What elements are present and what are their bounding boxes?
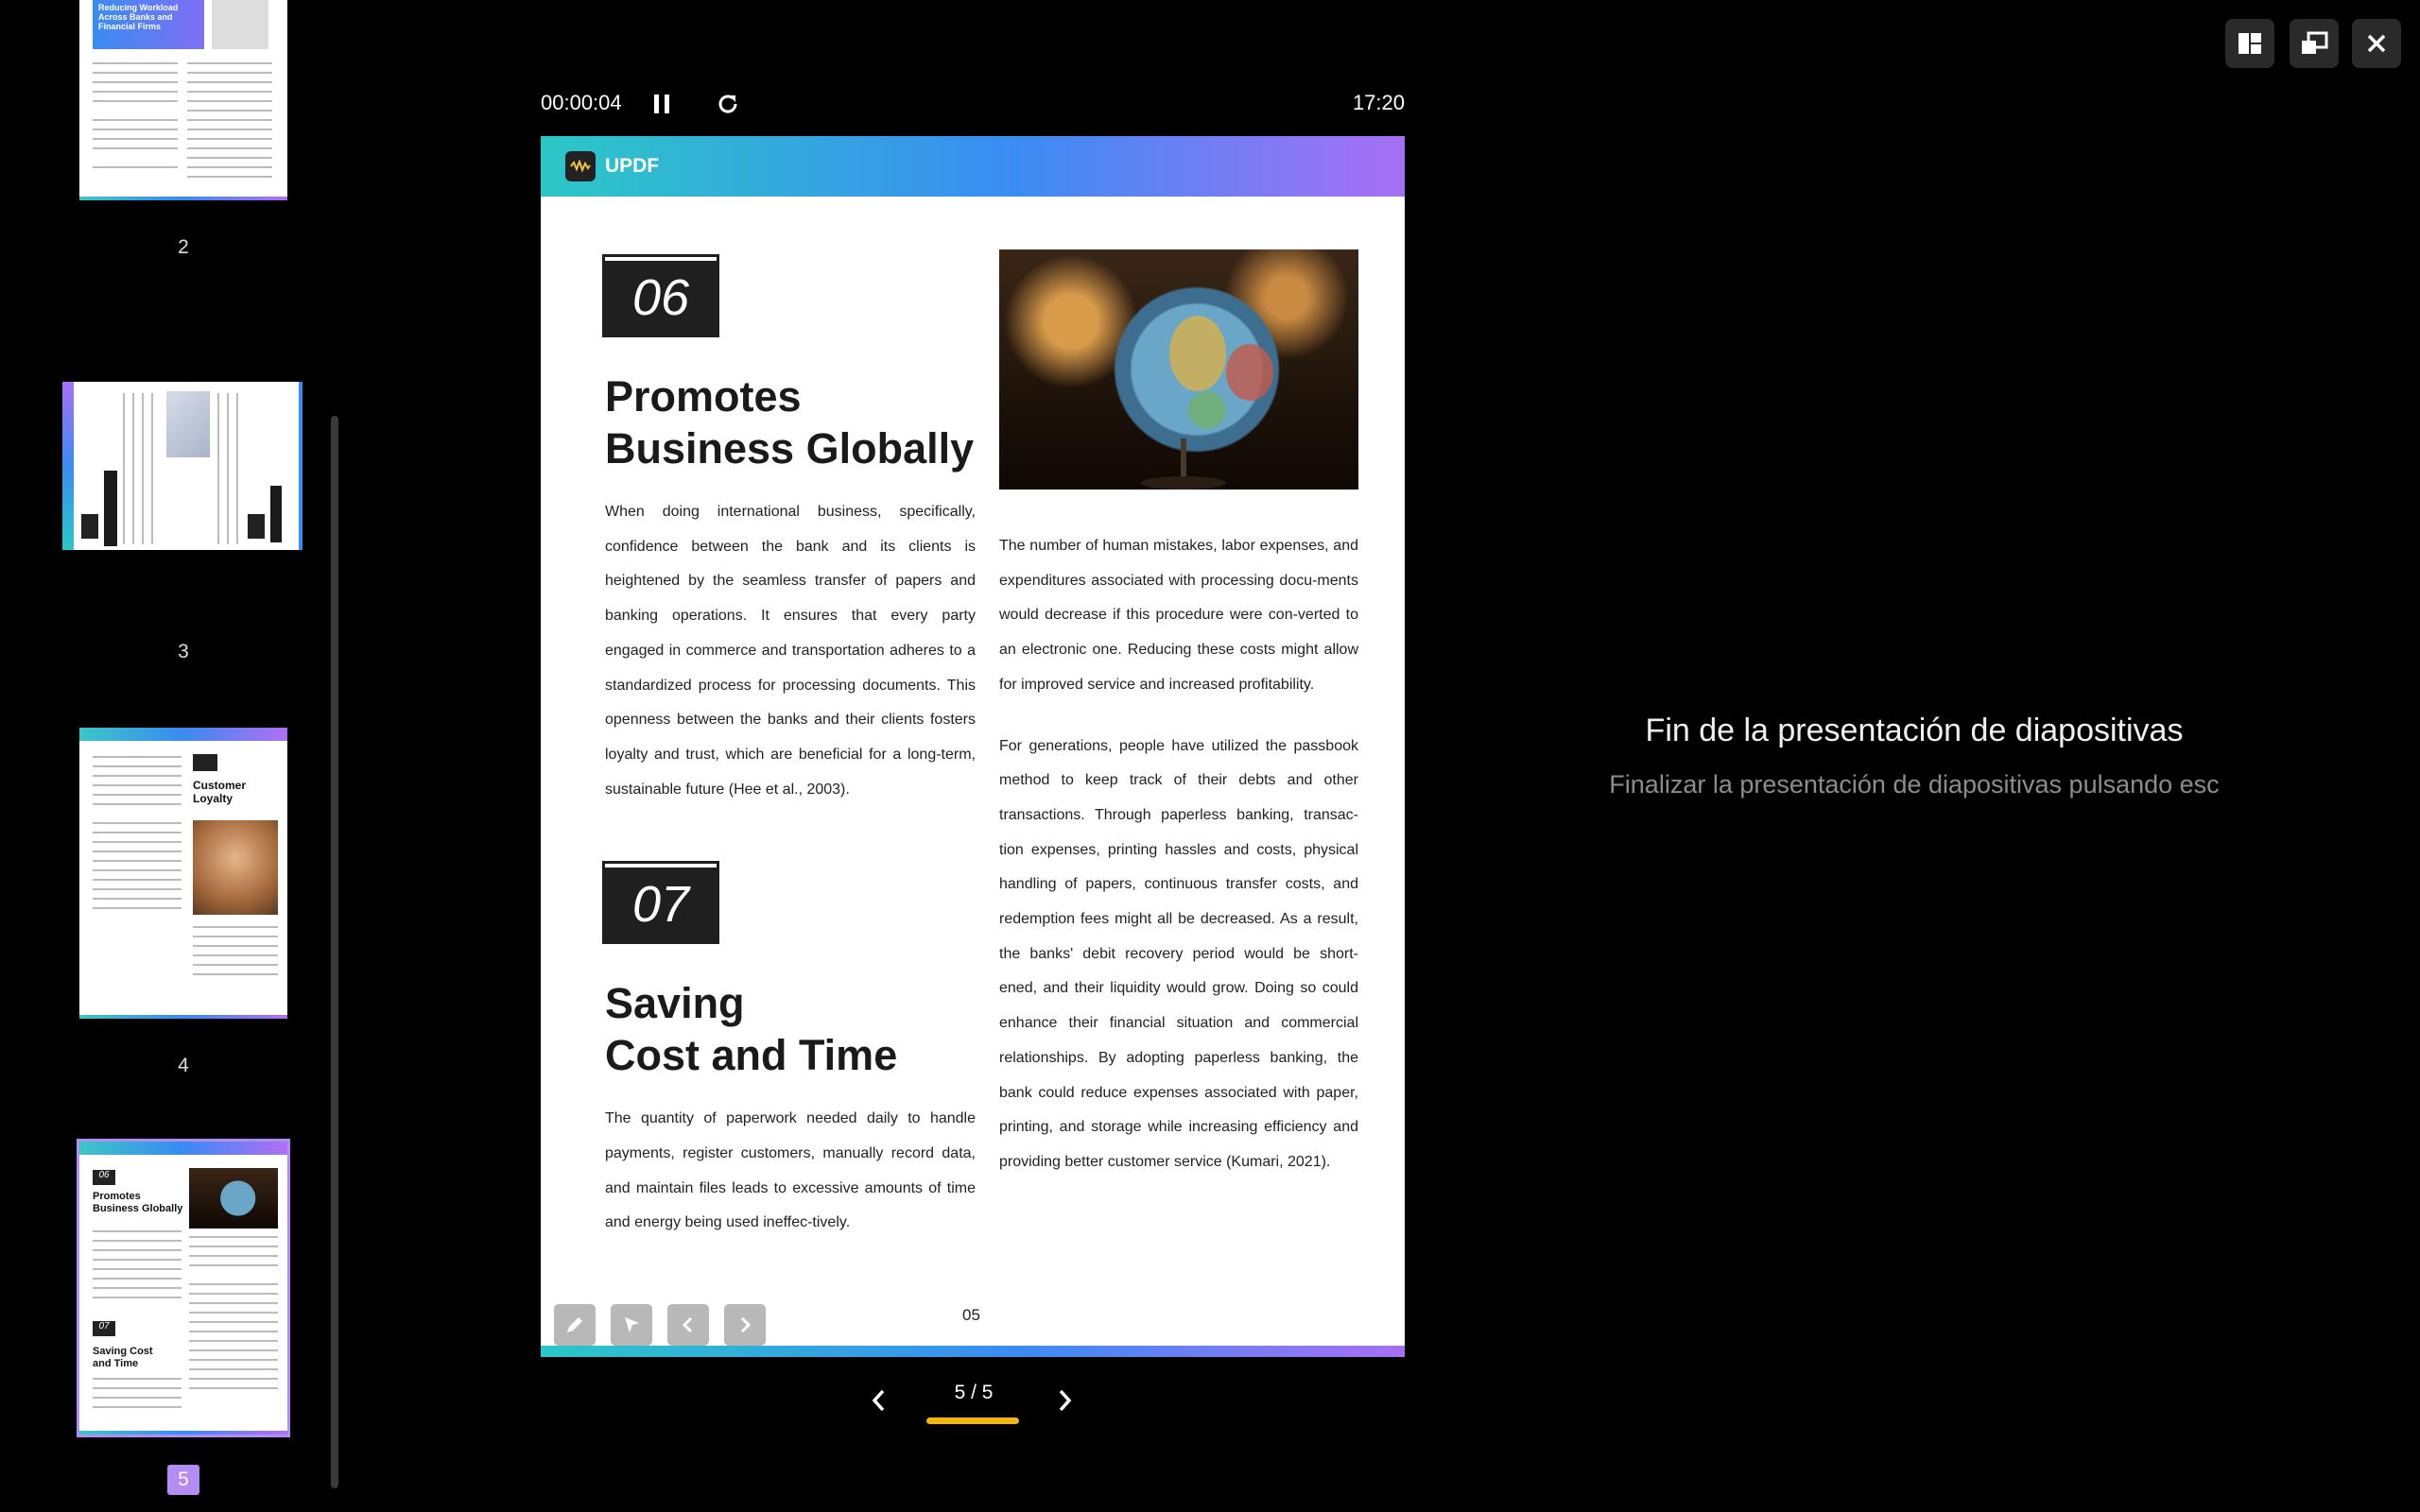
thumbnail-number: 3: [178, 641, 189, 662]
left-column: 06 Promotes Business Globally When doing…: [602, 254, 976, 1241]
section-title: Promotes Business Globally: [605, 370, 976, 474]
thumbnail-page-5[interactable]: 06 Promotes Business Globally 07 Saving …: [77, 1139, 290, 1437]
layout-icon: [2238, 33, 2261, 54]
window-mode-button[interactable]: [2290, 19, 2339, 68]
pointer-tool-button[interactable]: [611, 1304, 652, 1346]
slide-page: UPDF 06 Promotes Business Globally When …: [541, 136, 1405, 1357]
pen-icon: [567, 1317, 582, 1332]
thumbnail-heading: Reducing Workload Across Banks and Finan…: [98, 3, 179, 31]
section-title-line: Promotes: [605, 372, 802, 421]
window-mode-icon: [2302, 31, 2328, 54]
section-title-line: Saving: [605, 979, 745, 1028]
layout-button[interactable]: [2225, 19, 2274, 68]
end-of-slideshow-title: Fin de la presentación de diapositivas: [1645, 713, 2184, 748]
thumbnail-heading: Saving Cost and Time: [93, 1346, 153, 1369]
thumbnail-heading: Customer Loyalty: [193, 779, 247, 805]
player-toolbar: 00:00:04 17:20: [541, 85, 1405, 123]
sidebar-scrollbar[interactable]: [331, 416, 338, 1488]
pen-tool-button[interactable]: [554, 1304, 596, 1346]
thumbnail-number-active: 5: [167, 1465, 199, 1495]
next-slide-button[interactable]: [1046, 1382, 1083, 1419]
brand-name: UPDF: [605, 155, 660, 177]
thumbnail-heading: Promotes Business Globally: [93, 1191, 183, 1214]
close-button[interactable]: [2352, 19, 2401, 68]
section-body: The quantity of paperwork needed daily t…: [605, 1110, 976, 1231]
section-title-line: Cost and Time: [605, 1031, 898, 1080]
right-paragraph: The number of human mistakes, labor expe…: [999, 538, 1358, 693]
right-column: The number of human mistakes, labor expe…: [999, 249, 1358, 1180]
section-number: 07: [631, 876, 690, 934]
chevron-right-icon: [1059, 1389, 1072, 1412]
pause-button[interactable]: [643, 85, 681, 123]
restart-icon: [718, 94, 737, 113]
thumbnail-section-number: 06: [93, 1170, 115, 1185]
pause-icon: [654, 94, 669, 113]
chevron-left-icon: [872, 1389, 885, 1412]
current-time: 17:20: [1352, 91, 1405, 114]
section-body: When doing international business, speci…: [605, 504, 976, 798]
section-title: Saving Cost and Time: [605, 977, 976, 1081]
slide-footer-bar: [541, 1346, 1405, 1357]
right-paragraph: For generations, people have utilized th…: [999, 737, 1358, 1170]
prev-slide-button[interactable]: [860, 1382, 898, 1419]
section-title-line: Business Globally: [605, 424, 975, 472]
chevron-left-icon: [682, 1316, 693, 1333]
section-number: 06: [631, 269, 690, 326]
end-of-slideshow-hint: Finalizar la presentación de diapositiva…: [1609, 770, 2220, 799]
section-number-badge: 06: [602, 254, 719, 337]
chevron-right-icon: [740, 1316, 752, 1333]
thumbnail-heading: [104, 471, 117, 546]
thumbnail-page-3[interactable]: [62, 382, 302, 550]
thumbnail-number: 2: [178, 236, 189, 258]
close-icon: [2367, 34, 2386, 53]
prev-slide-mini-button[interactable]: [667, 1304, 709, 1346]
section-number-badge: 07: [602, 861, 719, 945]
thumbnail-sidebar: Reducing Workload Across Banks and Finan…: [0, 0, 340, 1512]
thumbnail-page-2[interactable]: Reducing Workload Across Banks and Finan…: [79, 0, 287, 200]
elapsed-time: 00:00:04: [541, 91, 622, 114]
pointer-icon: [625, 1317, 639, 1332]
globe-photo: [999, 249, 1358, 490]
thumbnail-page-4[interactable]: Customer Loyalty: [79, 728, 287, 1019]
slide-progress-bar: [926, 1418, 1019, 1424]
slide-header: UPDF: [541, 136, 1405, 197]
slide-page-number: 05: [962, 1306, 980, 1324]
slide-counter: 5 / 5: [954, 1382, 994, 1403]
thumbnail-section-number: 07: [93, 1321, 115, 1336]
updf-logo-icon: [565, 151, 596, 181]
thumbnail-number: 4: [178, 1055, 189, 1076]
next-slide-mini-button[interactable]: [724, 1304, 766, 1346]
restart-button[interactable]: [709, 85, 747, 123]
